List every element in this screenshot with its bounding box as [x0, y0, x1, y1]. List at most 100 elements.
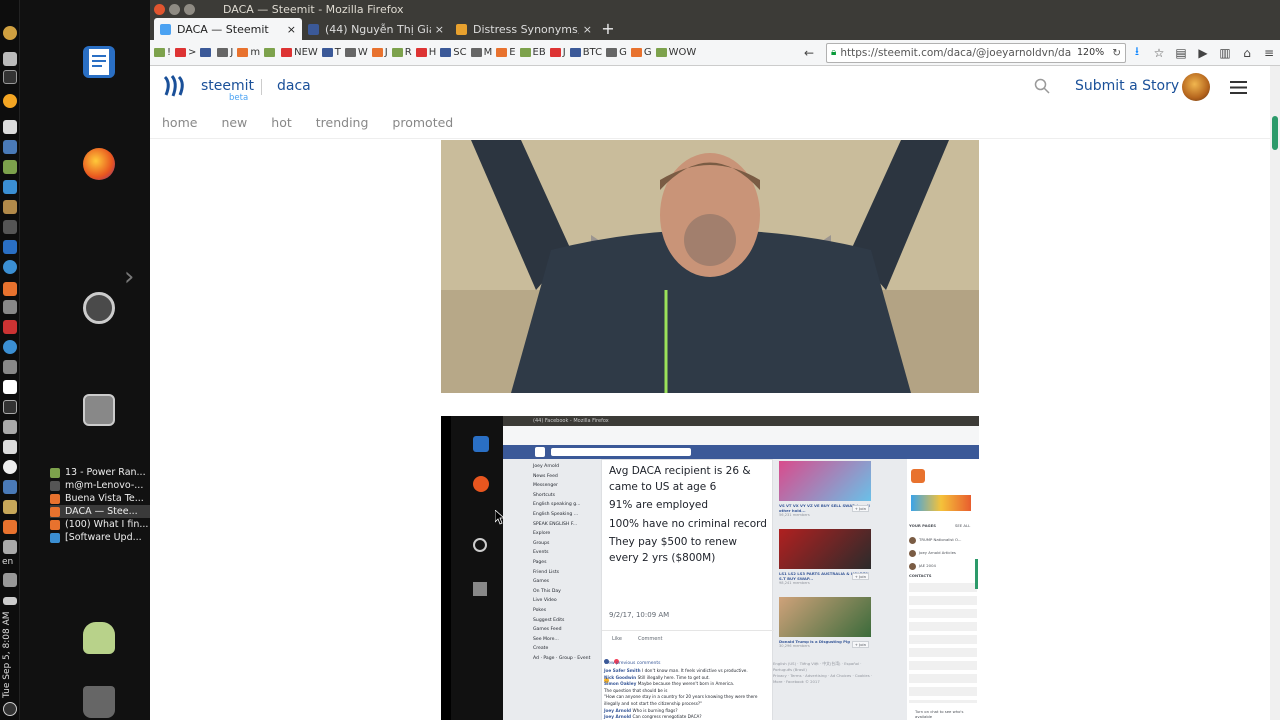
suggested-group[interactable]: VS VT VX VY VZ VE BUY SELL SWAP (on all … — [779, 461, 871, 525]
spreadsheet-icon[interactable] — [3, 160, 17, 174]
apps-icon[interactable] — [3, 180, 17, 194]
tab-1[interactable]: (44) Nguyễn Thị Giang × — [302, 18, 450, 40]
url-bar[interactable]: 🔒︎ https://steemit.com/daca/@joeyarnoldv… — [826, 42, 1126, 63]
folder-icon[interactable] — [3, 500, 17, 514]
nav-new[interactable]: new — [221, 115, 247, 130]
bookmark-item[interactable]: H — [415, 47, 436, 58]
trash-icon[interactable] — [83, 686, 115, 718]
notepad-icon[interactable] — [3, 120, 17, 134]
firefox-icon[interactable] — [83, 148, 115, 180]
chevron-right-icon[interactable]: › — [124, 262, 134, 292]
steemit-logo-icon[interactable] — [162, 73, 188, 99]
page-item[interactable]: TRUMP Nationalist O... — [909, 533, 977, 546]
update-icon[interactable] — [3, 26, 17, 40]
nav-promoted[interactable]: promoted — [392, 115, 453, 130]
bookmark-item[interactable]: NEW — [281, 47, 318, 58]
tab-close-icon[interactable]: × — [583, 23, 592, 36]
tab-0[interactable]: DACA — Steemit × — [154, 18, 302, 40]
eject-icon[interactable] — [3, 70, 17, 84]
like-link[interactable]: Like — [612, 636, 622, 642]
suggested-group[interactable]: Donald Trump is a Disgusting Pig 30,296 m… — [779, 597, 871, 661]
tab-2[interactable]: Distress Synonyms, Di × — [450, 18, 598, 40]
video-thumbnail[interactable] — [441, 140, 979, 393]
minimize-window-icon[interactable] — [169, 3, 180, 15]
ubuntu-icon[interactable] — [83, 292, 115, 324]
url-text[interactable]: https://steemit.com/daca/@joeyarnoldvn/d… — [840, 47, 1073, 59]
bookmark-item[interactable]: J — [549, 47, 566, 58]
nav-trending[interactable]: trending — [316, 115, 369, 130]
turn-on-chat[interactable]: Turn on chat to see who's available — [915, 709, 975, 719]
bookmark-item[interactable]: J — [217, 47, 233, 58]
files-icon[interactable] — [3, 300, 17, 314]
bookmark-item[interactable]: M — [470, 47, 492, 58]
bookmark-item[interactable]: E — [496, 47, 516, 58]
bookmark-item[interactable]: R — [391, 47, 412, 58]
submit-story-link[interactable]: Submit a Story — [1075, 78, 1179, 94]
library-icon[interactable]: ▤ — [1170, 46, 1192, 60]
bookmark-item[interactable]: m — [237, 47, 260, 58]
bookmark-item[interactable]: BTC — [569, 47, 602, 58]
vlc-icon-2[interactable] — [3, 520, 17, 534]
settings-icon[interactable] — [3, 360, 17, 374]
tab-close-icon[interactable]: × — [435, 23, 444, 36]
facebook-screenshot[interactable]: (44) Facebook - Mozilla Firefox Joey Arn… — [441, 416, 979, 720]
view-previous-comments[interactable]: View previous comments — [604, 661, 661, 666]
reload-icon[interactable]: ↻ — [1112, 47, 1121, 59]
tab-close-icon[interactable]: × — [287, 23, 296, 36]
comment-link[interactable]: Comment — [638, 636, 663, 642]
download-icon[interactable]: ⭳ — [1126, 42, 1148, 63]
printer-icon[interactable] — [3, 440, 17, 454]
keyboard-language[interactable]: en — [2, 557, 13, 567]
archive-icon[interactable] — [3, 200, 17, 214]
bookmark-item[interactable]: J — [371, 47, 388, 58]
zoom-level[interactable]: 120% — [1077, 47, 1104, 58]
software-icon[interactable] — [3, 320, 17, 334]
bookmark-item[interactable]: T — [321, 47, 341, 58]
calculator-icon[interactable] — [3, 140, 17, 154]
bookmark-item[interactable]: EB — [519, 47, 546, 58]
back-icon[interactable]: ← — [798, 46, 820, 60]
nav-hot[interactable]: hot — [271, 115, 291, 130]
dropbox-icon[interactable] — [3, 400, 17, 414]
browser-icon[interactable] — [3, 340, 17, 354]
power-icon[interactable] — [3, 702, 17, 716]
terminal-icon[interactable] — [3, 220, 17, 234]
page-scrollbar[interactable] — [1270, 66, 1280, 720]
monitor-icon[interactable] — [3, 240, 17, 254]
screen-icon[interactable] — [3, 380, 17, 394]
search-icon[interactable] — [1034, 78, 1050, 94]
bookmark-item[interactable]: ! — [154, 47, 171, 58]
maximize-window-icon[interactable] — [184, 3, 195, 15]
nav-home[interactable]: home — [162, 115, 197, 130]
wifi-icon[interactable] — [3, 540, 17, 554]
tag-link[interactable]: daca — [277, 78, 311, 94]
new-tab-icon[interactable]: + — [598, 18, 618, 40]
vlc-icon[interactable] — [3, 282, 17, 296]
home-icon[interactable]: ⌂ — [1236, 46, 1258, 60]
menu-icon[interactable] — [1230, 81, 1247, 94]
see-all-link[interactable]: SEE ALL — [955, 523, 970, 528]
document-icon[interactable] — [3, 52, 17, 66]
hamburger-menu-icon[interactable]: ≡ — [1258, 46, 1280, 60]
archive-manager-icon[interactable] — [83, 394, 115, 426]
pocket-icon[interactable]: ▥ — [1214, 46, 1236, 60]
bookmark-item[interactable] — [264, 48, 277, 57]
bookmark-star-icon[interactable]: ☆ — [1148, 46, 1170, 60]
page-item[interactable]: Joey Arnold Articles — [909, 546, 977, 559]
user-switch-icon[interactable] — [83, 622, 115, 654]
chrome-icon[interactable] — [3, 460, 17, 474]
close-window-icon[interactable] — [154, 3, 165, 15]
bookmark-item[interactable] — [200, 48, 213, 57]
youtube-icon[interactable]: ▶ — [1192, 46, 1214, 60]
bookmark-item[interactable]: > — [175, 47, 196, 58]
page-item[interactable]: JAE 2004 — [909, 559, 977, 572]
bookmark-item[interactable]: W — [344, 47, 368, 58]
writer-icon[interactable] — [83, 46, 115, 78]
join-button[interactable]: + Join — [851, 505, 869, 512]
clock[interactable]: Tue Sep 5, 8:08 AM — [2, 608, 18, 699]
drive-icon[interactable] — [3, 420, 17, 434]
avatar[interactable] — [1182, 73, 1210, 101]
suggested-group[interactable]: LS1 LS2 LS3 PARTS AUSTRALIA & HOLDEN S.T… — [779, 529, 871, 593]
bookmark-item[interactable]: G — [630, 47, 652, 58]
bookmark-item[interactable]: WOW — [655, 47, 696, 58]
